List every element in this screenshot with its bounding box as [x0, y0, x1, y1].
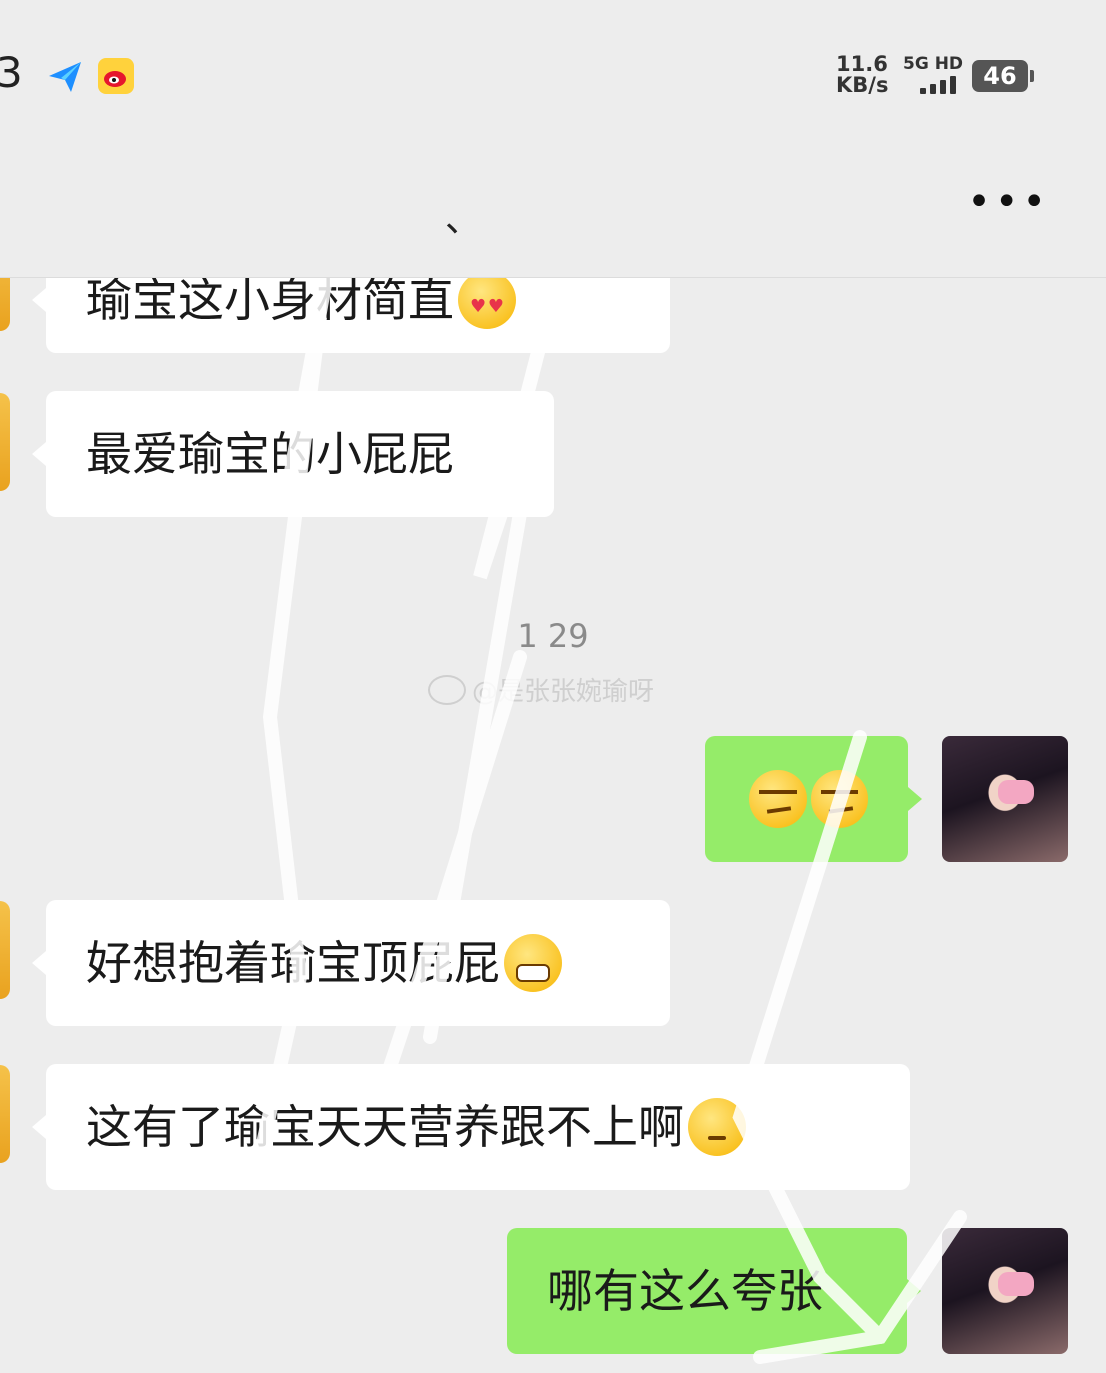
message-bubble-outgoing[interactable]	[705, 736, 922, 862]
sender-avatar[interactable]	[0, 901, 10, 999]
sender-avatar[interactable]	[0, 1065, 10, 1163]
message-text: 好想抱着瑜宝顶屁屁	[86, 936, 500, 990]
net-speed-value: 11.6	[836, 52, 888, 76]
my-avatar[interactable]	[942, 1228, 1068, 1354]
status-bar: 3 11.6 KB/s 5G HD 46	[0, 0, 1106, 150]
chat-title: 、	[445, 199, 482, 240]
sad-emoji	[688, 1098, 746, 1156]
my-avatar[interactable]	[942, 736, 1068, 862]
grin-emoji	[504, 934, 562, 992]
status-time: 3	[0, 48, 23, 97]
weibo-icon	[98, 58, 134, 94]
sender-avatar[interactable]	[0, 393, 10, 491]
signal-icon	[920, 76, 956, 94]
message-timestamp: 1 29	[517, 617, 589, 655]
message-text: 哪有这么夸张	[547, 1264, 823, 1318]
message-bubble[interactable]: 这有了瑜宝天天营养跟不上啊	[32, 1064, 910, 1190]
watermark: @是张张婉瑜呀	[428, 671, 654, 708]
heart-eyes-emoji	[458, 277, 516, 333]
smirk-emoji	[810, 770, 868, 828]
smirk-emoji	[749, 770, 807, 828]
message-bubble[interactable]: 瑜宝这小身材简直	[32, 277, 670, 353]
battery-icon: 46	[972, 60, 1034, 92]
message-text: 最爱瑜宝的小屁屁	[86, 427, 454, 481]
chat-area[interactable]: 瑜宝这小身材简直 最爱瑜宝的小屁屁 1 29 @是张张婉瑜呀 好想抱着瑜宝顶屁屁…	[0, 277, 1106, 1373]
more-button[interactable]: •••	[967, 182, 1050, 222]
message-text: 瑜宝这小身材简直	[86, 277, 454, 327]
net-speed-unit: KB/s	[836, 73, 889, 97]
message-bubble[interactable]: 最爱瑜宝的小屁屁	[32, 391, 554, 517]
message-bubble-outgoing[interactable]: 哪有这么夸张	[507, 1228, 921, 1354]
paper-plane-icon	[47, 58, 83, 94]
net-speed: 11.6 KB/s	[836, 54, 888, 96]
chat-header: 、 •••	[0, 150, 1106, 278]
message-bubble[interactable]: 好想抱着瑜宝顶屁屁	[32, 900, 670, 1026]
network-type: 5G HD	[903, 54, 964, 74]
weibo-watermark-icon	[428, 674, 466, 705]
sender-avatar[interactable]	[0, 277, 10, 331]
watermark-text: @是张张婉瑜呀	[472, 677, 655, 707]
message-text: 这有了瑜宝天天营养跟不上啊	[86, 1100, 684, 1154]
